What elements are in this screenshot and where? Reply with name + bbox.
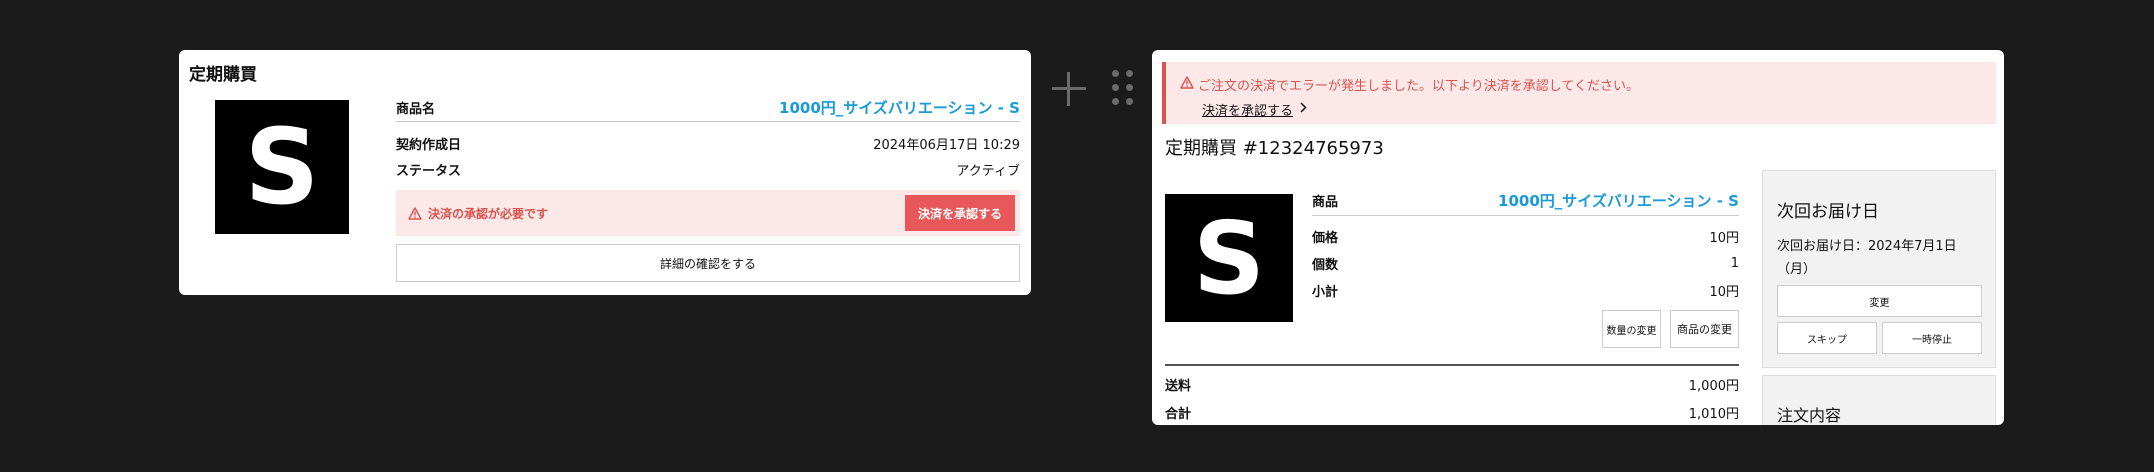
- chevron-right-icon: [1299, 102, 1307, 117]
- drag-handle-icon[interactable]: [1112, 70, 1134, 106]
- next-delivery-date: 次回お届け日：2024年7月1日（月）: [1777, 239, 1957, 277]
- order-content-title: 注文内容: [1777, 406, 1842, 425]
- product-link[interactable]: 1000円_サイズバリエーション - S: [1498, 190, 1739, 211]
- contract-date-row: 契約作成日 2024年06月17日 10:29: [396, 130, 1020, 156]
- approve-payment-button[interactable]: 決済を承認する: [905, 195, 1015, 231]
- price-label: 価格: [1312, 231, 1339, 246]
- total-row: 合計 1,010円: [1165, 398, 1739, 425]
- order-content-panel: 注文内容: [1762, 375, 1996, 425]
- quantity-row: 個数 1: [1312, 250, 1739, 277]
- product-thumbnail: S: [1165, 194, 1293, 322]
- product-row: 商品名 1000円_サイズバリエーション - S: [396, 94, 1020, 122]
- page-title: 定期購買 #12324765973: [1165, 138, 1384, 159]
- change-product-button[interactable]: 商品の変更: [1670, 310, 1739, 348]
- product-row: 商品 1000円_サイズバリエーション - S: [1312, 186, 1739, 216]
- subtotal-label: 小計: [1312, 285, 1339, 300]
- subtotal-row: 小計 10円: [1312, 277, 1739, 304]
- product-label: 商品名: [396, 102, 436, 117]
- product-link[interactable]: 1000円_サイズバリエーション - S: [779, 97, 1020, 118]
- subtotal-value: 10円: [1709, 285, 1739, 300]
- status-value: アクティブ: [956, 163, 1020, 179]
- card-title: 定期購買: [189, 65, 257, 85]
- view-details-button[interactable]: 詳細の確認をする: [396, 244, 1020, 282]
- warning-text: 決済の承認が必要です: [428, 206, 549, 221]
- skip-button[interactable]: スキップ: [1777, 322, 1877, 354]
- contract-date-label: 契約作成日: [396, 137, 462, 153]
- change-quantity-button[interactable]: 数量の変更: [1602, 310, 1661, 348]
- contract-date-value: 2024年06月17日 10:29: [873, 137, 1020, 153]
- status-row: ステータス アクティブ: [396, 156, 1020, 182]
- warning-icon: [1180, 76, 1194, 93]
- subscription-detail-card: ご注文の決済でエラーが発生しました。以下より決済を承認してください。 決済を承認…: [1152, 50, 2004, 425]
- approve-payment-link[interactable]: 決済を承認する: [1202, 100, 1307, 119]
- change-delivery-button[interactable]: 変更: [1777, 285, 1982, 317]
- total-value: 1,010円: [1688, 406, 1739, 422]
- product-label: 商品: [1312, 195, 1339, 210]
- next-delivery-panel: 次回お届け日 次回お届け日：2024年7月1日（月） 変更 スキップ 一時停止: [1762, 170, 1996, 368]
- shipping-label: 送料: [1165, 378, 1192, 394]
- warning-icon: [408, 206, 422, 220]
- plus-icon: [1052, 72, 1086, 106]
- line-item-info: 商品 1000円_サイズバリエーション - S 価格 10円 個数 1 小計 1…: [1312, 186, 1739, 348]
- shipping-value: 1,000円: [1688, 378, 1739, 394]
- error-message: ご注文の決済でエラーが発生しました。以下より決済を承認してください。: [1198, 79, 1639, 94]
- subscription-summary-card: 定期購買 S 商品名 1000円_サイズバリエーション - S 契約作成日 20…: [179, 50, 1031, 295]
- quantity-value: 1: [1730, 256, 1739, 271]
- price-row: 価格 10円: [1312, 223, 1739, 250]
- order-totals: 送料 1,000円 合計 1,010円: [1165, 370, 1739, 425]
- divider: [1165, 364, 1739, 366]
- total-label: 合計: [1165, 406, 1192, 422]
- price-value: 10円: [1709, 231, 1739, 246]
- product-thumbnail: S: [215, 100, 349, 234]
- payment-warning-box: 決済の承認が必要です 決済を承認する: [396, 190, 1020, 236]
- subscription-info: 商品名 1000円_サイズバリエーション - S 契約作成日 2024年06月1…: [396, 94, 1020, 282]
- payment-error-banner: ご注文の決済でエラーが発生しました。以下より決済を承認してください。 決済を承認…: [1162, 62, 1996, 124]
- shipping-row: 送料 1,000円: [1165, 370, 1739, 398]
- next-delivery-title: 次回お届け日: [1777, 202, 1879, 222]
- quantity-label: 個数: [1312, 258, 1339, 273]
- status-label: ステータス: [396, 163, 462, 179]
- pause-button[interactable]: 一時停止: [1882, 322, 1982, 354]
